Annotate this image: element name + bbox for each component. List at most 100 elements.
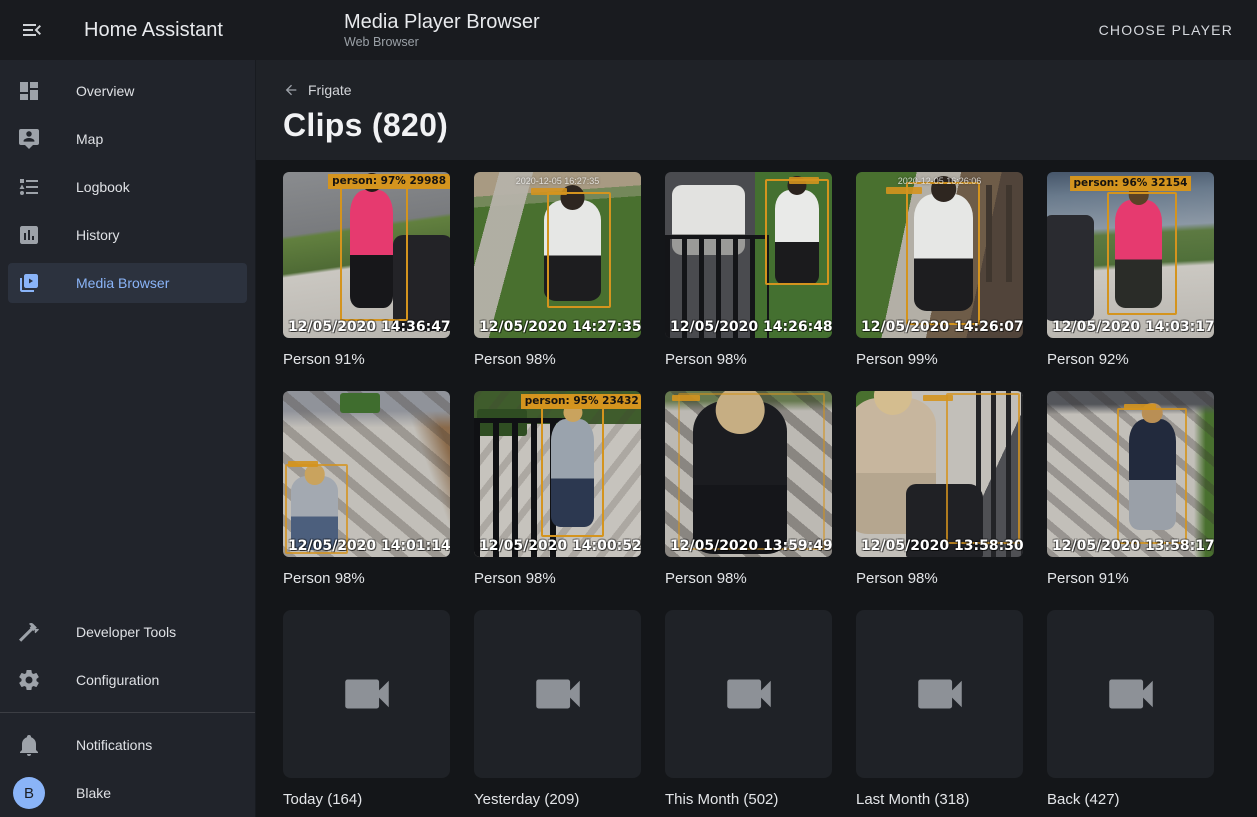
clip-card[interactable]: 2020-12-05 16:26:06 12/05/2020 14:26:07 … (856, 172, 1023, 370)
clip-card[interactable]: 12/05/2020 13:58:17 Person 91% (1047, 391, 1214, 589)
sidebar-divider (0, 712, 255, 713)
panel-titles: Media Player Browser Web Browser (344, 10, 540, 50)
folder-label: Yesterday (209) (474, 790, 641, 810)
folder-thumbnail (1047, 610, 1214, 778)
clip-timestamp: 12/05/2020 14:01:14 (288, 538, 450, 554)
clip-card[interactable]: 12/05/2020 14:26:48 Person 98% (665, 172, 832, 370)
sidebar-item-configuration[interactable]: Configuration (8, 660, 247, 700)
detection-box (1117, 408, 1187, 544)
clip-card[interactable]: 2020-12-05 16:27:35 12/05/2020 14:27:35 … (474, 172, 641, 370)
media-grid-scroll[interactable]: person: 97% 29988 12/05/2020 14:36:47 Pe… (256, 160, 1257, 817)
sidebar-item-label: Media Browser (76, 275, 169, 291)
clip-card[interactable]: person: 96% 32154 12/05/2020 14:03:17 Pe… (1047, 172, 1214, 370)
toy-shape (340, 393, 380, 413)
clip-card[interactable]: 12/05/2020 14:01:14 Person 98% (283, 391, 450, 589)
sidebar-item-media-browser[interactable]: Media Browser (8, 263, 247, 303)
dashboard-icon (17, 79, 41, 103)
clip-card[interactable]: person: 95% 23432 12/05/2020 14:00:52 Pe… (474, 391, 641, 589)
sidebar-item-label: Logbook (76, 179, 130, 195)
media-browser-icon (17, 271, 41, 295)
clip-timestamp: 12/05/2020 14:03:17 (1052, 319, 1214, 335)
folder-card-this-month[interactable]: This Month (502) (665, 610, 832, 810)
clip-thumbnail: person: 95% 23432 12/05/2020 14:00:52 (474, 391, 641, 557)
user-name: Blake (76, 785, 111, 801)
folder-thumbnail (856, 610, 1023, 778)
clip-timestamp: 12/05/2020 14:36:47 (288, 319, 450, 335)
clip-thumbnail: 12/05/2020 13:58:17 (1047, 391, 1214, 557)
detection-chip (1124, 404, 1156, 410)
detection-box (541, 406, 604, 537)
camera-osd-timestamp: 2020-12-05 16:26:06 (898, 176, 982, 186)
clip-label: Person 98% (665, 350, 832, 370)
detection-box (547, 192, 610, 308)
clip-thumbnail: 2020-12-05 16:26:06 12/05/2020 14:26:07 (856, 172, 1023, 338)
folder-card-back[interactable]: Back (427) (1047, 610, 1214, 810)
folder-card-today[interactable]: Today (164) (283, 610, 450, 810)
video-camera-icon (529, 665, 587, 723)
bell-icon (17, 733, 41, 757)
clip-card[interactable]: person: 97% 29988 12/05/2020 14:36:47 Pe… (283, 172, 450, 370)
clip-thumbnail: 2020-12-05 16:27:35 12/05/2020 14:27:35 (474, 172, 641, 338)
folder-label: Last Month (318) (856, 790, 1023, 810)
clip-timestamp: 12/05/2020 14:26:48 (670, 319, 832, 335)
sidebar-item-label: Notifications (76, 737, 152, 753)
detection-box (946, 393, 1019, 544)
folder-label: This Month (502) (665, 790, 832, 810)
detection-chip (923, 395, 953, 401)
sidebar-item-label: Developer Tools (76, 624, 176, 640)
video-camera-icon (911, 665, 969, 723)
sidebar-item-logbook[interactable]: Logbook (8, 167, 247, 207)
detection-label: person: 97% 29988 (328, 174, 450, 189)
clip-label: Person 98% (283, 569, 450, 589)
clip-card[interactable]: 12/05/2020 13:59:49 Person 98% (665, 391, 832, 589)
clip-label: Person 98% (474, 569, 641, 589)
choose-player-button[interactable]: CHOOSE PLAYER (1087, 14, 1245, 46)
app-title: Home Assistant (84, 19, 223, 42)
clip-timestamp: 12/05/2020 14:26:07 (861, 319, 1023, 335)
sidebar-item-label: Configuration (76, 672, 159, 688)
detection-box (765, 179, 828, 285)
menu-open-icon[interactable] (20, 18, 44, 42)
camera-osd-timestamp: 2020-12-05 16:27:35 (516, 176, 600, 186)
clip-timestamp: 12/05/2020 14:00:52 (479, 538, 641, 554)
breadcrumb-back[interactable]: Frigate (283, 82, 352, 98)
sidebar-item-label: Map (76, 131, 103, 147)
clip-card[interactable]: 12/05/2020 13:58:30 Person 98% (856, 391, 1023, 589)
folder-thumbnail (665, 610, 832, 778)
top-app-bar: Home Assistant Media Player Browser Web … (0, 0, 1257, 60)
media-grid: person: 97% 29988 12/05/2020 14:36:47 Pe… (283, 172, 1257, 810)
gear-icon (17, 668, 41, 692)
clip-timestamp: 12/05/2020 13:58:17 (1052, 538, 1214, 554)
clip-thumbnail: 12/05/2020 14:26:48 (665, 172, 832, 338)
detection-chip (886, 187, 922, 194)
sidebar-item-overview[interactable]: Overview (8, 71, 247, 111)
breadcrumb-label: Frigate (308, 82, 352, 98)
stroller-shape (1047, 215, 1094, 321)
clip-timestamp: 12/05/2020 14:27:35 (479, 319, 641, 335)
folder-card-last-month[interactable]: Last Month (318) (856, 610, 1023, 810)
folder-card-yesterday[interactable]: Yesterday (209) (474, 610, 641, 810)
detection-label: person: 95% 23432 (521, 394, 641, 409)
clip-thumbnail: 12/05/2020 13:59:49 (665, 391, 832, 557)
clip-timestamp: 12/05/2020 13:59:49 (670, 538, 832, 554)
detection-box (1107, 192, 1177, 315)
clip-thumbnail: person: 96% 32154 12/05/2020 14:03:17 (1047, 172, 1214, 338)
sidebar-item-history[interactable]: History (8, 215, 247, 255)
detection-chip (288, 461, 318, 467)
map-person-icon (17, 127, 41, 151)
sidebar-item-label: Overview (76, 83, 134, 99)
sidebar: Overview Map Logbook History (0, 60, 256, 817)
video-camera-icon (1102, 665, 1160, 723)
home-assistant-app: Home Assistant Media Player Browser Web … (0, 0, 1257, 817)
detection-box (340, 182, 408, 321)
topbar-left: Home Assistant (0, 18, 256, 42)
detection-label: person: 96% 32154 (1070, 176, 1192, 191)
clip-label: Person 91% (283, 350, 450, 370)
sidebar-item-map[interactable]: Map (8, 119, 247, 159)
folder-label: Back (427) (1047, 790, 1214, 810)
sidebar-item-notifications[interactable]: Notifications (8, 725, 247, 765)
sidebar-item-developer-tools[interactable]: Developer Tools (8, 612, 247, 652)
clip-label: Person 99% (856, 350, 1023, 370)
content-header: Frigate Clips (820) (256, 60, 1257, 160)
sidebar-item-user[interactable]: B Blake (8, 773, 247, 813)
